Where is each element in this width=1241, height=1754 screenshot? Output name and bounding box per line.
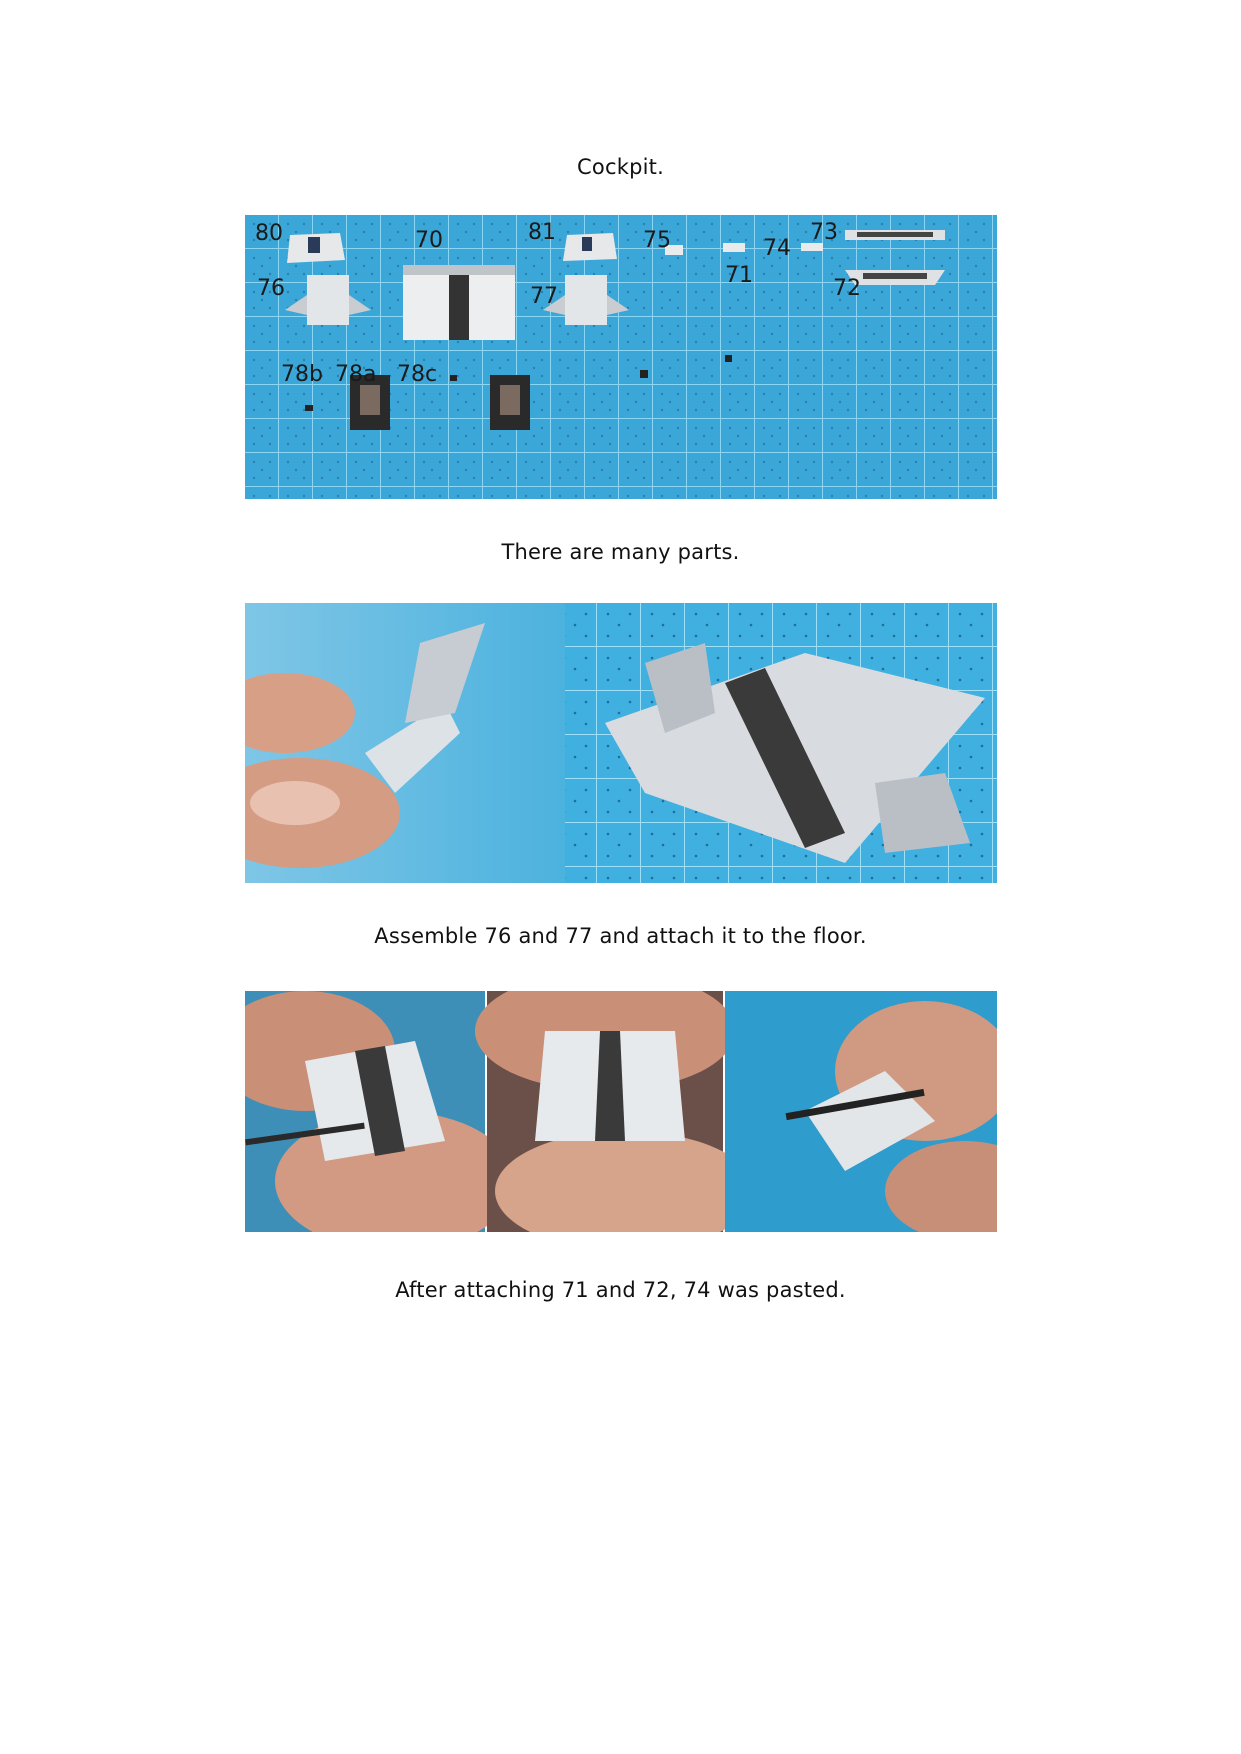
part-label-76: 76 <box>257 276 285 301</box>
part-label-78b: 78b <box>281 362 323 387</box>
part-label-75: 75 <box>643 228 671 253</box>
part-label-74: 74 <box>763 236 791 261</box>
assembly-photo <box>245 603 997 883</box>
caption-attaching: After attaching 71 and 72, 74 was pasted… <box>395 1278 846 1302</box>
part-label-71: 71 <box>725 263 753 288</box>
part-label-70: 70 <box>415 228 443 253</box>
part-label-81: 81 <box>528 220 556 245</box>
part-label-80: 80 <box>255 221 283 246</box>
caption-assemble: Assemble 76 and 77 and attach it to the … <box>374 924 867 948</box>
attaching-photo <box>245 991 997 1232</box>
part-label-78a: 78a <box>335 362 376 387</box>
part-label-77: 77 <box>530 284 558 309</box>
page-title: Cockpit. <box>577 155 664 179</box>
parts-photo: 80 70 81 75 73 74 71 72 76 77 78b 78a 78… <box>245 215 997 499</box>
part-label-73: 73 <box>810 220 838 245</box>
caption-parts: There are many parts. <box>501 540 740 564</box>
part-label-78c: 78c <box>397 362 437 387</box>
part-label-72: 72 <box>833 276 861 301</box>
